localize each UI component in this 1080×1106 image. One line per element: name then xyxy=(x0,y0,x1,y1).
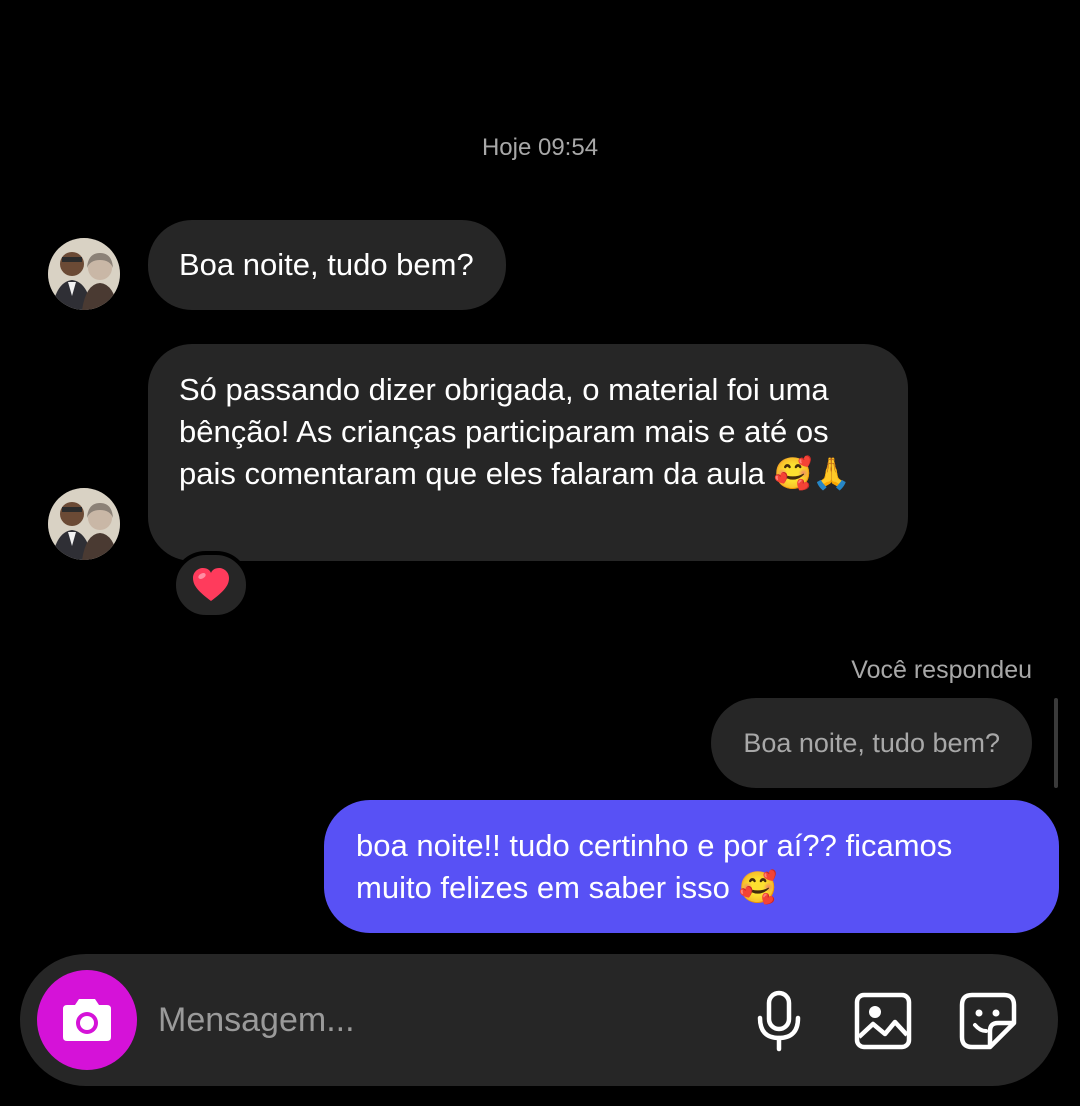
contact-avatar[interactable] xyxy=(48,488,120,560)
message-emoji: 🥰🙏 xyxy=(773,456,851,492)
conversation-timestamp: Hoje 09:54 xyxy=(481,134,599,161)
message-composer xyxy=(20,954,1058,1086)
reply-label: Você respondeu xyxy=(851,656,1032,684)
camera-icon xyxy=(63,999,111,1041)
quoted-message[interactable]: Boa noite, tudo bem? xyxy=(711,698,1032,788)
outgoing-message-bubble[interactable]: boa noite!! tudo certinho e por aí?? fic… xyxy=(324,800,1059,933)
avatar-photo xyxy=(48,238,120,310)
message-text: Boa noite, tudo bem? xyxy=(179,247,474,282)
camera-button[interactable] xyxy=(37,970,137,1070)
message-emoji: 🥰 xyxy=(738,870,778,906)
heart-reaction[interactable]: ❤️ xyxy=(172,551,250,619)
incoming-message-bubble[interactable]: Só passando dizer obrigada, o material f… xyxy=(148,344,908,561)
sticker-icon xyxy=(959,992,1017,1050)
reply-indicator-bar xyxy=(1054,698,1058,788)
incoming-message-bubble[interactable]: Boa noite, tudo bem? xyxy=(148,220,506,310)
sticker-button[interactable] xyxy=(955,988,1021,1054)
gallery-icon xyxy=(854,992,912,1050)
quoted-message-text: Boa noite, tudo bem? xyxy=(743,728,1000,758)
microphone-icon xyxy=(757,990,801,1052)
gallery-button[interactable] xyxy=(850,988,916,1054)
heart-icon xyxy=(193,568,229,601)
microphone-button[interactable] xyxy=(746,988,812,1054)
message-input[interactable] xyxy=(158,992,718,1048)
contact-avatar[interactable] xyxy=(48,238,120,310)
message-text: Só passando dizer obrigada, o material f… xyxy=(179,372,829,491)
avatar-photo xyxy=(48,488,120,560)
message-text: boa noite!! tudo certinho e por aí?? fic… xyxy=(356,828,953,905)
